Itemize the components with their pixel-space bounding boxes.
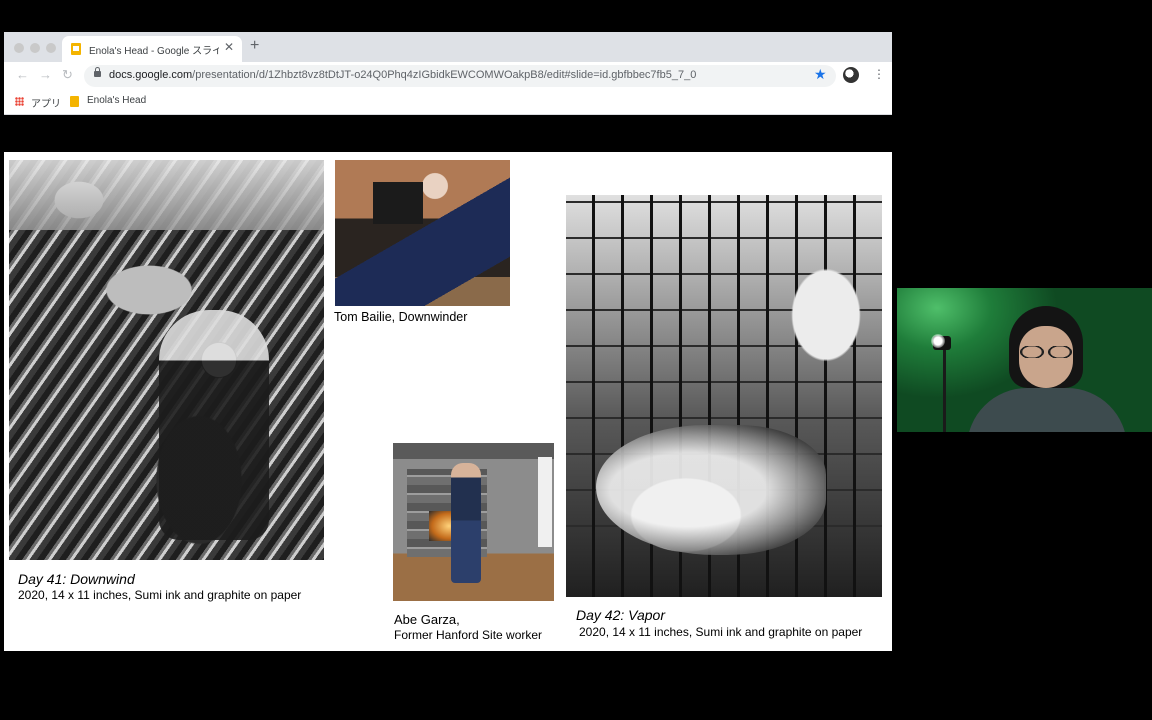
tab-bar: Enola's Head - Google スライド ✕ + bbox=[4, 32, 892, 62]
lamp-light bbox=[931, 334, 945, 348]
light-stand bbox=[943, 350, 946, 432]
window-close-dot[interactable] bbox=[14, 43, 24, 53]
browser-window: Enola's Head - Google スライド ✕ + ← → ↻ doc… bbox=[4, 32, 892, 686]
new-tab-icon[interactable]: + bbox=[250, 38, 259, 54]
url-domain: docs.google.com bbox=[109, 69, 193, 81]
tab-title: Enola's Head - Google スライド bbox=[89, 46, 219, 57]
artwork-ram-figure bbox=[159, 310, 269, 540]
url-path: /presentation/d/1Zhbzt8vz8tDtJT-o24Q0Phq… bbox=[192, 69, 697, 81]
photo-monitor bbox=[373, 182, 423, 224]
photo-window bbox=[538, 457, 552, 547]
slides-favicon-icon bbox=[71, 43, 81, 55]
presentation-slide: Tom Bailie, Downwinder Day 41: Downwind … bbox=[4, 152, 892, 651]
caption-day42-title: Day 42: Vapor bbox=[576, 607, 665, 623]
artwork-vapor-form bbox=[596, 425, 826, 555]
reload-icon[interactable]: ↻ bbox=[62, 68, 73, 82]
photo-abe-garza bbox=[393, 443, 554, 601]
caption-day41-info: 2020, 14 x 11 inches, Sumi ink and graph… bbox=[18, 588, 302, 602]
webcam-video-tile bbox=[897, 288, 1152, 432]
photo-person bbox=[451, 463, 481, 583]
caption-day41-title: Day 41: Downwind bbox=[18, 571, 135, 587]
back-icon[interactable]: ← bbox=[16, 68, 29, 82]
speaker-glasses bbox=[1017, 346, 1075, 358]
bookmark-star-icon[interactable]: ★ bbox=[814, 66, 827, 83]
caption-day42-info: 2020, 14 x 11 inches, Sumi ink and graph… bbox=[579, 625, 863, 639]
caption-tom-bailie: Tom Bailie, Downwinder bbox=[334, 310, 468, 324]
profile-avatar[interactable] bbox=[843, 67, 859, 83]
caption-abe-role: Former Hanford Site worker bbox=[394, 628, 543, 642]
url-text[interactable]: docs.google.com/presentation/d/1Zhbzt8vz… bbox=[109, 69, 696, 81]
browser-tab[interactable]: Enola's Head - Google スライド ✕ bbox=[62, 36, 242, 62]
artwork-sky bbox=[9, 160, 324, 230]
forward-icon[interactable]: → bbox=[39, 68, 52, 82]
caption-abe-name: Abe Garza, bbox=[394, 612, 460, 627]
address-bar[interactable]: docs.google.com/presentation/d/1Zhbzt8vz… bbox=[84, 65, 836, 87]
tab-close-icon[interactable]: ✕ bbox=[224, 40, 234, 54]
slides-favicon-icon bbox=[70, 96, 79, 107]
bookmarks-bar: アプリ Enola's Head bbox=[4, 90, 892, 115]
menu-kebab-icon[interactable]: ⋮ bbox=[873, 67, 885, 81]
window-minimize-dot[interactable] bbox=[30, 43, 40, 53]
apps-grid-icon[interactable] bbox=[15, 97, 24, 106]
photo-tom-bailie bbox=[335, 160, 510, 306]
lock-icon bbox=[94, 67, 101, 77]
speaker-body bbox=[967, 388, 1127, 432]
apps-bookmark[interactable]: アプリ bbox=[31, 95, 61, 110]
window-zoom-dot[interactable] bbox=[46, 43, 56, 53]
enola-bookmark[interactable]: Enola's Head bbox=[87, 95, 146, 106]
artwork-day-41-image bbox=[9, 160, 324, 560]
browser-toolbar: ← → ↻ docs.google.com/presentation/d/1Zh… bbox=[4, 62, 892, 90]
artwork-day-42-image bbox=[566, 195, 882, 597]
